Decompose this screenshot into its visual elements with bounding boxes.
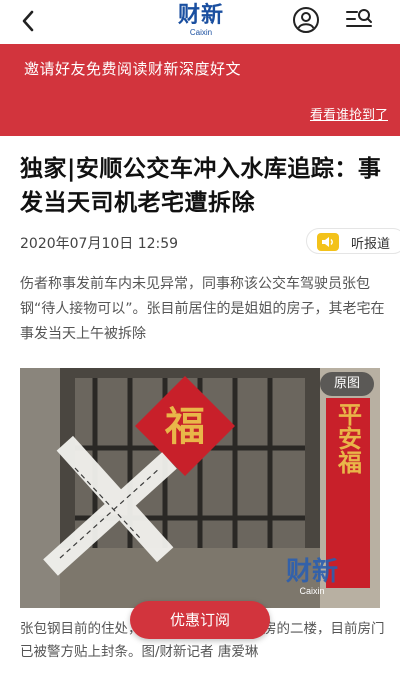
see-who-got-it-link[interactable]: 看看谁抢到了 [310,104,388,123]
fu-character: 福 [164,403,205,450]
watermark-en: Caixin [299,586,324,596]
listen-button[interactable]: 听报道 [306,228,400,254]
caixin-logo[interactable]: 财新 Caixin [170,4,232,40]
back-button[interactable] [14,6,44,36]
article-photo[interactable]: 福 平安福 财新 Caixin [20,368,380,608]
speaker-icon [317,233,339,251]
article-summary: 伤者称事发前车内未见异常，同事称该公交车驾驶员张包钢“待人接物可以”。张目前居住… [20,276,385,342]
invite-banner[interactable]: 邀请好友免费阅读财新深度好文 看看谁抢到了 [0,44,400,136]
top-bar: 财新 Caixin [0,0,400,44]
user-button[interactable] [292,6,320,34]
publish-date: 2020年07月10日 12:59 [20,236,179,252]
subscribe-button[interactable]: 优惠订阅 [130,601,270,639]
watermark-cn: 财新 [286,556,338,587]
invite-banner-text: 邀请好友免费阅读财新深度好文 [24,60,242,78]
logo-en: Caixin [189,28,213,37]
logo-cn: 财新 [177,3,224,28]
listen-label: 听报道 [351,237,391,252]
user-icon [293,7,319,33]
original-image-button[interactable]: 原图 [320,372,374,396]
couplet-text: 平安福 [334,402,363,475]
menu-search-button[interactable] [344,6,374,34]
article-title: 独家|安顺公交车冲入水库追踪：事发当天司机老宅遭拆除 [20,156,382,216]
chevron-left-icon [22,10,34,32]
sealed-door-illustration: 福 平安福 财新 Caixin [20,368,380,608]
menu-search-icon [346,9,372,27]
